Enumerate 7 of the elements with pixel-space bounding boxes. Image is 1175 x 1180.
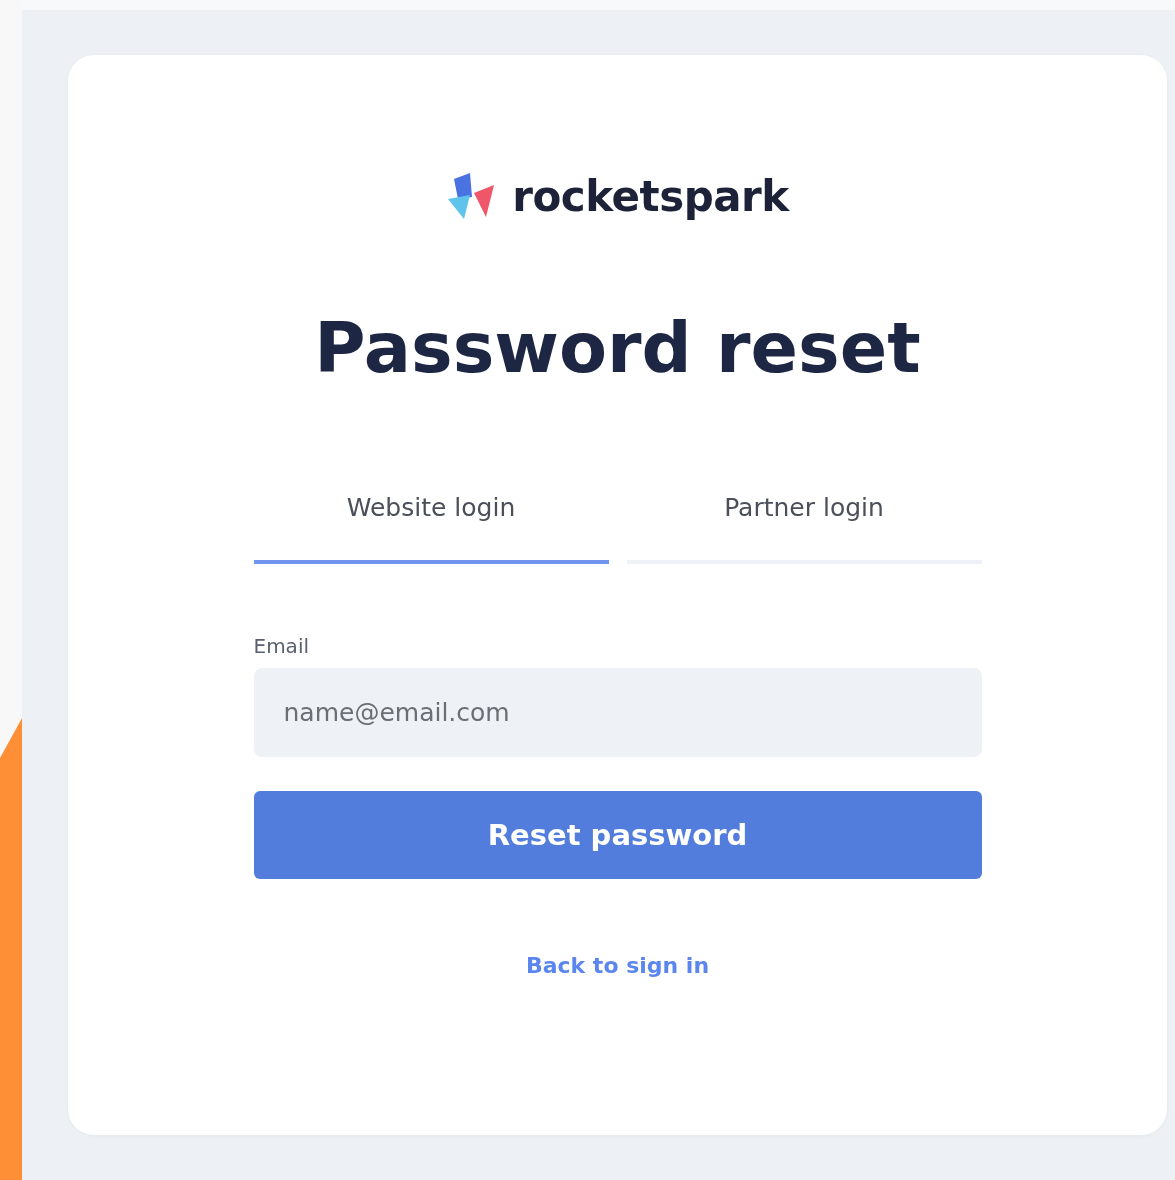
email-label: Email	[253, 634, 310, 658]
page-title: Password reset	[314, 313, 921, 383]
login-tab[interactable]: Partner login	[626, 493, 982, 564]
login-tab[interactable]: Website login	[253, 493, 609, 564]
reset-password-button[interactable]: Reset password	[253, 791, 982, 879]
logo-text: rocketspark	[512, 171, 789, 221]
email-input-field[interactable]: name@email.com	[253, 668, 982, 757]
